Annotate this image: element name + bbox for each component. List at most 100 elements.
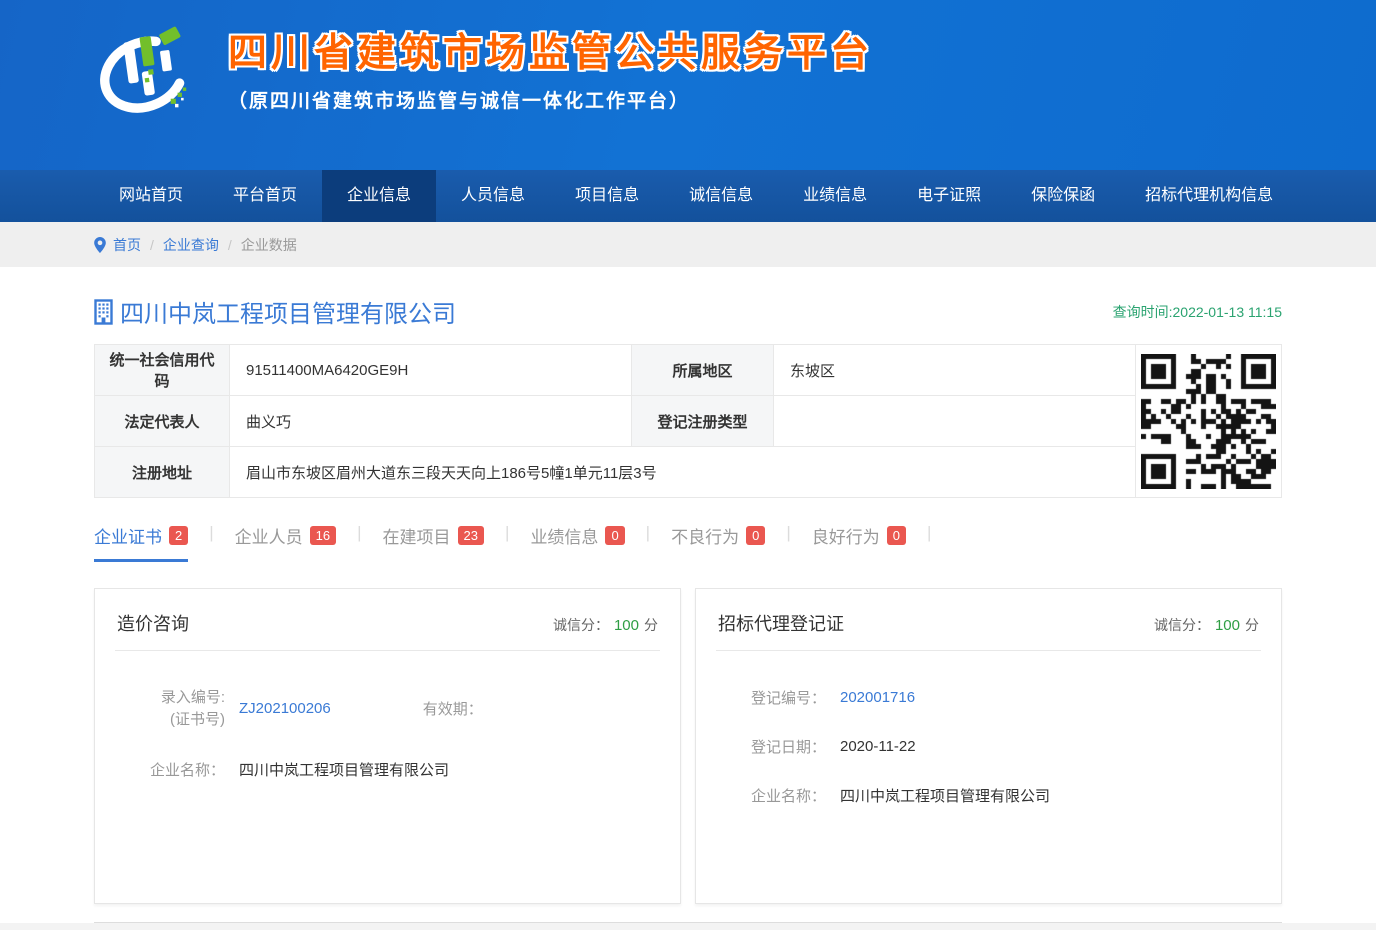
tab-separator: |	[505, 523, 509, 543]
nav-item-credit-info[interactable]: 诚信信息	[664, 170, 778, 222]
company-info-table: 统一社会信用代码 91511400MA6420GE9H 所属地区 东坡区 法定代…	[94, 344, 1136, 498]
company-name-label: 企业名称：	[125, 759, 225, 780]
certificate-cards: 造价咨询 诚信分： 100 分 录入编号: (证书号) ZJ202100206 有效…	[94, 588, 1282, 904]
legal-rep-value: 曲义巧	[230, 396, 632, 447]
main-content: 四川中岚工程项目管理有限公司 查询时间:2022-01-13 11:15 统一社…	[94, 294, 1282, 923]
tab-enterprise-personnel[interactable]: 企业人员 16	[235, 523, 336, 562]
breadcrumb-separator: /	[228, 237, 232, 253]
nav-item-project-info[interactable]: 项目信息	[550, 170, 664, 222]
nav-item-bidding-agency-info[interactable]: 招标代理机构信息	[1120, 170, 1298, 222]
site-subtitle: （原四川省建筑市场监管与诚信一体化工作平台）	[228, 86, 873, 113]
credit-code-label: 统一社会信用代码	[95, 345, 230, 396]
registration-number-label: 登记编号：	[726, 687, 826, 708]
company-name-value: 四川中岚工程项目管理有限公司	[239, 759, 449, 780]
credit-score: 诚信分： 100 分	[553, 615, 658, 635]
certificate-number-link[interactable]: ZJ202100206	[239, 700, 331, 717]
count-badge: 0	[887, 526, 906, 545]
qr-code-box	[1135, 344, 1282, 498]
breadcrumb-bar: 首页 / 企业查询 / 企业数据	[0, 222, 1376, 267]
company-info-section: 统一社会信用代码 91511400MA6420GE9H 所属地区 东坡区 法定代…	[94, 344, 1282, 498]
tab-label: 不良行为	[671, 523, 739, 548]
credit-score-unit: 分	[1245, 617, 1259, 633]
registration-date-row: 登记日期： 2020-11-22	[726, 736, 1251, 757]
region-label: 所属地区	[632, 345, 774, 396]
tab-good-behavior[interactable]: 良好行为 0	[812, 523, 906, 562]
site-header: 四川省建筑市场监管公共服务平台 （原四川省建筑市场监管与诚信一体化工作平台）	[0, 0, 1376, 170]
tab-label: 业绩信息	[530, 523, 598, 548]
count-badge: 0	[605, 526, 624, 545]
nav-item-insurance-guarantee[interactable]: 保险保函	[1006, 170, 1120, 222]
tab-separator: |	[209, 523, 213, 543]
nav-item-personnel-info[interactable]: 人员信息	[436, 170, 550, 222]
nav-item-enterprise-info[interactable]: 企业信息	[322, 170, 436, 222]
main-nav: 网站首页 平台首页 企业信息 人员信息 项目信息 诚信信息 业绩信息 电子证照 …	[0, 170, 1376, 222]
tab-bad-behavior[interactable]: 不良行为 0	[671, 523, 765, 562]
tab-label: 企业证书	[94, 523, 162, 548]
registered-address-value: 眉山市东坡区眉州大道东三段天天向上186号5幢1单元11层3号	[230, 447, 1136, 498]
credit-score-value: 100	[1215, 617, 1240, 634]
location-pin-icon	[94, 237, 106, 253]
footer-strip	[0, 923, 1376, 930]
company-name-row: 企业名称： 四川中岚工程项目管理有限公司	[726, 785, 1251, 806]
tab-separator: |	[786, 523, 790, 543]
tab-separator: |	[927, 523, 931, 543]
company-name-label: 企业名称：	[726, 785, 826, 806]
card-title: 招标代理登记证	[718, 610, 844, 636]
table-row: 注册地址 眉山市东坡区眉州大道东三段天天向上186号5幢1单元11层3号	[95, 447, 1136, 498]
registration-type-value	[774, 396, 1136, 447]
tab-label: 企业人员	[235, 523, 303, 548]
nav-item-e-certificate[interactable]: 电子证照	[892, 170, 1006, 222]
region-value: 东坡区	[774, 345, 1136, 396]
nav-item-performance-info[interactable]: 业绩信息	[778, 170, 892, 222]
site-title: 四川省建筑市场监管公共服务平台	[228, 22, 873, 78]
certificate-number-row: 录入编号: (证书号) ZJ202100206 有效期：	[125, 687, 650, 731]
count-badge: 0	[746, 526, 765, 545]
registration-number-row: 登记编号： 202001716	[726, 687, 1251, 708]
validity-label: 有效期：	[423, 698, 483, 719]
breadcrumb-separator: /	[150, 237, 154, 253]
registration-date-label: 登记日期：	[726, 736, 826, 757]
nav-item-site-home[interactable]: 网站首页	[94, 170, 208, 222]
tab-separator: |	[357, 523, 361, 543]
qr-code	[1141, 354, 1276, 489]
nav-item-platform-home[interactable]: 平台首页	[208, 170, 322, 222]
building-icon	[94, 299, 116, 325]
table-row: 统一社会信用代码 91511400MA6420GE9H 所属地区 东坡区	[95, 345, 1136, 396]
tab-enterprise-certificates[interactable]: 企业证书 2	[94, 523, 188, 562]
card-title: 造价咨询	[117, 610, 189, 636]
tab-separator: |	[646, 523, 650, 543]
registration-date-value: 2020-11-22	[840, 738, 916, 755]
query-time: 查询时间:2022-01-13 11:15	[1113, 302, 1282, 322]
registration-type-label: 登记注册类型	[632, 396, 774, 447]
credit-score-value: 100	[614, 617, 639, 634]
credit-score-label: 诚信分：	[553, 617, 609, 633]
credit-score: 诚信分： 100 分	[1154, 615, 1259, 635]
legal-rep-label: 法定代表人	[95, 396, 230, 447]
breadcrumb-home[interactable]: 首页	[113, 235, 141, 255]
breadcrumb: 首页 / 企业查询 / 企业数据	[94, 235, 1282, 255]
credit-code-value: 91511400MA6420GE9H	[230, 345, 632, 396]
breadcrumb-current: 企业数据	[241, 235, 297, 255]
bidding-agency-certificate-card: 招标代理登记证 诚信分： 100 分 登记编号： 202001716 登记日期： 2…	[695, 588, 1282, 904]
tab-projects-under-construction[interactable]: 在建项目 23	[383, 523, 484, 562]
count-badge: 16	[310, 526, 336, 545]
cost-consulting-card: 造价咨询 诚信分： 100 分 录入编号: (证书号) ZJ202100206 有效…	[94, 588, 681, 904]
platform-logo-icon	[88, 8, 200, 136]
tab-label: 在建项目	[383, 523, 451, 548]
count-badge: 2	[169, 526, 188, 545]
count-badge: 23	[458, 526, 484, 545]
credit-score-label: 诚信分：	[1154, 617, 1210, 633]
company-name-row: 企业名称： 四川中岚工程项目管理有限公司	[125, 759, 650, 780]
company-header: 四川中岚工程项目管理有限公司 查询时间:2022-01-13 11:15	[94, 294, 1282, 329]
tab-performance-info[interactable]: 业绩信息 0	[530, 523, 624, 562]
certificate-number-label: 录入编号: (证书号)	[125, 687, 225, 731]
company-title: 四川中岚工程项目管理有限公司	[120, 294, 456, 329]
registration-number-link[interactable]: 202001716	[840, 689, 915, 706]
breadcrumb-enterprise-search[interactable]: 企业查询	[163, 235, 219, 255]
credit-score-unit: 分	[644, 617, 658, 633]
detail-tabs: 企业证书 2 | 企业人员 16 | 在建项目 23 | 业绩信息 0 | 不良…	[94, 523, 1282, 562]
tab-label: 良好行为	[812, 523, 880, 548]
table-row: 法定代表人 曲义巧 登记注册类型	[95, 396, 1136, 447]
registered-address-label: 注册地址	[95, 447, 230, 498]
company-name-value: 四川中岚工程项目管理有限公司	[840, 785, 1050, 806]
